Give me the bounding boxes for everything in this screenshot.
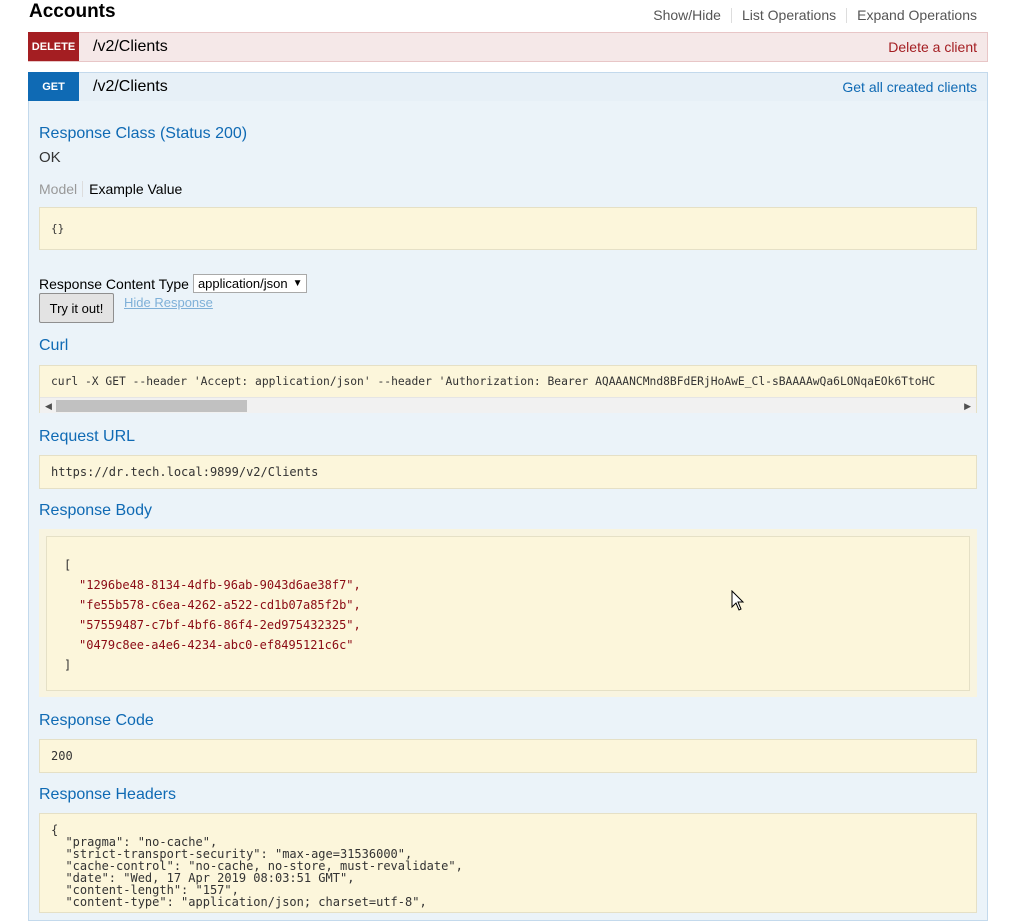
expand-operations-link[interactable]: Expand Operations xyxy=(857,7,977,23)
operation-summary[interactable]: Get all created clients xyxy=(842,79,977,95)
curl-heading: Curl xyxy=(39,337,69,354)
operation-path[interactable]: /v2/Clients xyxy=(93,78,842,96)
request-url-box: https://dr.tech.local:9899/v2/Clients xyxy=(39,455,977,489)
response-body-heading: Response Body xyxy=(39,502,152,519)
response-headers-heading: Response Headers xyxy=(39,786,176,803)
request-url-heading: Request URL xyxy=(39,428,136,445)
example-value-box: {} xyxy=(39,207,977,250)
hide-response-link[interactable]: Hide Response xyxy=(124,295,213,310)
nav-divider xyxy=(730,7,732,23)
response-class-heading: Response Class (Status 200) xyxy=(39,125,248,142)
content-type-value: application/json xyxy=(197,276,288,291)
response-body-box: [ "1296be48-8134-4dfb-96ab-9043d6ae38f7"… xyxy=(46,536,970,691)
scroll-left-icon[interactable]: ◀ xyxy=(45,401,52,412)
request-url-value: https://dr.tech.local:9899/v2/Clients xyxy=(51,465,319,479)
method-badge-get[interactable]: GET xyxy=(28,72,79,101)
json-close-bracket: ] xyxy=(64,658,72,672)
content-type-select[interactable]: application/json ▼ xyxy=(192,274,308,293)
json-open-bracket: [ xyxy=(64,558,72,572)
response-class-value: OK xyxy=(39,149,61,166)
operation-delete-clients[interactable]: DELETE /v2/Clients Delete a client xyxy=(28,32,988,62)
operation-summary[interactable]: Delete a client xyxy=(888,39,977,55)
operations-nav: Show/Hide List Operations Expand Operati… xyxy=(653,7,977,23)
list-operations-link[interactable]: List Operations xyxy=(742,7,836,23)
scrollbar-thumb[interactable] xyxy=(56,400,247,412)
operation-path[interactable]: /v2/Clients xyxy=(93,38,888,56)
chevron-down-icon: ▼ xyxy=(292,278,303,289)
headers-line: "content-type": "application/json; chars… xyxy=(51,895,427,909)
try-it-out-button[interactable]: Try it out! xyxy=(39,293,114,323)
json-item: "0479c8ee-a4e6-4234-abc0-ef8495121c6c" xyxy=(79,638,354,652)
content-type-row: Response Content Type application/json ▼ xyxy=(39,274,308,293)
json-item: "fe55b578-c6ea-4262-a522-cd1b07a85f2b", xyxy=(79,598,361,612)
example-value: {} xyxy=(51,222,65,235)
json-item: "57559487-c7bf-4bf6-86f4-2ed975432325", xyxy=(79,618,361,632)
show-hide-link[interactable]: Show/Hide xyxy=(653,7,721,23)
scroll-right-icon[interactable]: ▶ xyxy=(964,401,971,412)
curl-command: curl -X GET --header 'Accept: applicatio… xyxy=(51,375,936,388)
response-headers-box: { "pragma": "no-cache", "strict-transpor… xyxy=(39,813,977,913)
model-tabs: Model Example Value xyxy=(39,181,182,197)
page-title: Accounts xyxy=(29,1,116,22)
mouse-cursor-icon xyxy=(731,590,745,611)
method-badge-delete[interactable]: DELETE xyxy=(28,32,79,61)
tab-example-value[interactable]: Example Value xyxy=(83,181,182,197)
response-code-heading: Response Code xyxy=(39,712,154,729)
nav-divider xyxy=(846,7,848,23)
content-type-label: Response Content Type xyxy=(39,275,189,292)
tab-model[interactable]: Model xyxy=(39,181,84,197)
response-code-value: 200 xyxy=(51,749,73,763)
response-code-box: 200 xyxy=(39,739,977,773)
operation-get-clients[interactable]: GET /v2/Clients Get all created clients xyxy=(28,72,988,102)
curl-horizontal-scrollbar[interactable]: ◀ ▶ xyxy=(40,397,976,413)
json-item: "1296be48-8134-4dfb-96ab-9043d6ae38f7", xyxy=(79,578,361,592)
